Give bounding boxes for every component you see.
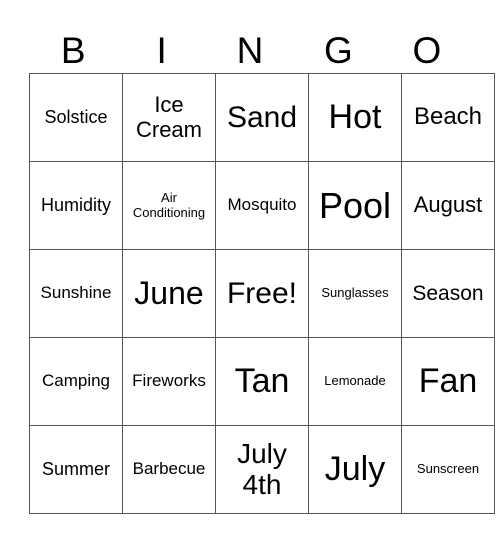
bingo-row: Humidity Air Conditioning Mosquito Pool … [29,161,495,250]
bingo-cell[interactable]: Fireworks [122,337,216,426]
bingo-cell[interactable]: Air Conditioning [122,161,216,250]
bingo-cell[interactable]: Tan [215,337,309,426]
bingo-row: Sunshine June Free! Sunglasses Season [29,249,495,338]
header-letter-n: N [236,30,264,71]
bingo-cell[interactable]: Solstice [29,73,123,162]
bingo-cell[interactable]: Pool [308,161,402,250]
bingo-cell[interactable]: Beach [401,73,495,162]
bingo-cell[interactable]: Humidity [29,161,123,250]
bingo-cell[interactable]: Season [401,249,495,338]
bingo-cell[interactable]: Barbecue [122,425,216,514]
bingo-cell[interactable]: June [122,249,216,338]
header-letter-o: O [412,30,442,71]
bingo-cell[interactable]: Camping [29,337,123,426]
bingo-cell free-space[interactable]: Free! [215,249,309,338]
bingo-cell[interactable]: Mosquito [215,161,309,250]
bingo-cell[interactable]: August [401,161,495,250]
bingo-cell[interactable]: July 4th [215,425,309,514]
bingo-row: Summer Barbecue July 4th July Sunscreen [29,425,495,514]
bingo-cell[interactable]: Summer [29,425,123,514]
header-letter-b: B [60,30,86,71]
bingo-cell[interactable]: July [308,425,402,514]
bingo-row: Camping Fireworks Tan Lemonade Fan [29,337,495,426]
bingo-cell[interactable]: Lemonade [308,337,402,426]
bingo-cell[interactable]: Sunglasses [308,249,402,338]
bingo-cell[interactable]: Fan [401,337,495,426]
bingo-cell[interactable]: Sunscreen [401,425,495,514]
bingo-cell[interactable]: Sunshine [29,249,123,338]
header-letter-i: I [156,30,167,71]
header-letter-g: G [324,30,353,71]
bingo-row: Solstice Ice Cream Sand Hot Beach [29,73,495,162]
bingo-card: Solstice Ice Cream Sand Hot Beach Humidi… [29,73,495,514]
bingo-cell[interactable]: Sand [215,73,309,162]
bingo-header: B I N G O [29,28,471,73]
bingo-cell[interactable]: Ice Cream [122,73,216,162]
bingo-cell[interactable]: Hot [308,73,402,162]
